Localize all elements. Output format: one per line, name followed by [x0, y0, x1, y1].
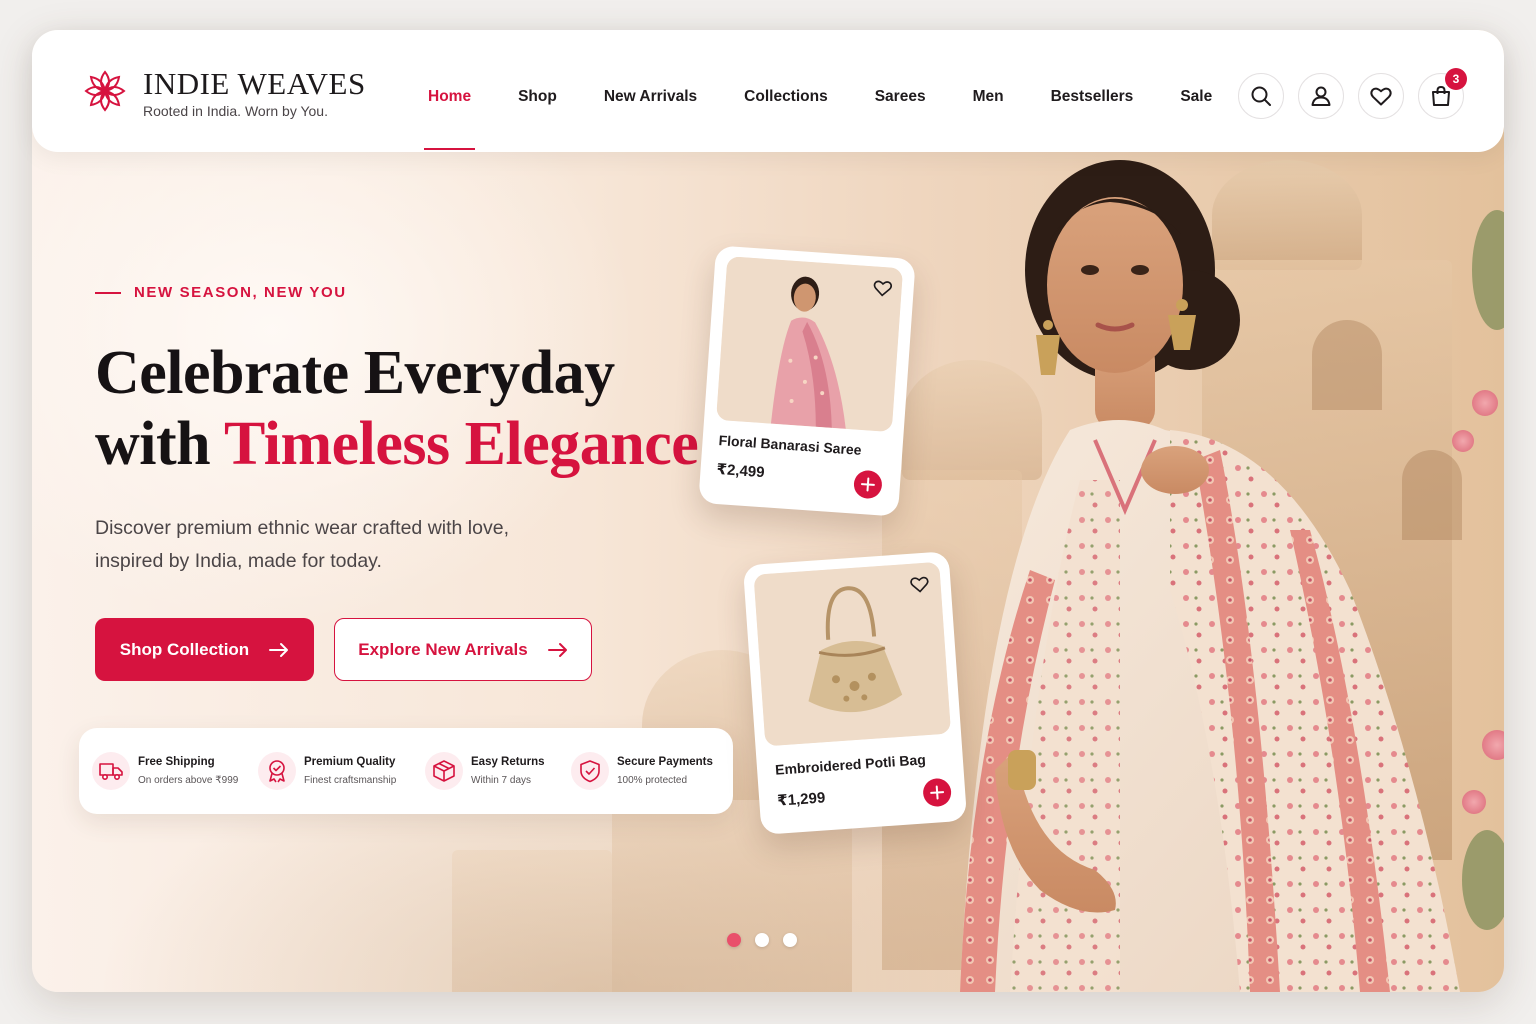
- plus-icon: [860, 477, 875, 492]
- lotus-logo-icon[interactable]: [78, 64, 132, 118]
- nav-item-shop[interactable]: Shop: [518, 88, 557, 106]
- hero-headline: Celebrate Everyday with Timeless Eleganc…: [95, 338, 715, 480]
- award-icon: [258, 752, 296, 790]
- headline-line-1: Celebrate Everyday: [95, 339, 615, 407]
- flower: [1482, 730, 1504, 760]
- eyebrow-text: NEW SEASON, NEW YOU: [134, 284, 347, 301]
- model-photo: [960, 160, 1460, 992]
- nav-item-new-arrivals[interactable]: New Arrivals: [604, 88, 697, 106]
- user-icon: [1311, 86, 1331, 106]
- explore-new-arrivals-button[interactable]: Explore New Arrivals: [334, 618, 592, 681]
- feature-title: Easy Returns: [471, 756, 545, 768]
- heart-icon[interactable]: [871, 276, 894, 299]
- product-price: ₹2,499: [716, 460, 766, 482]
- nav-item-sale[interactable]: Sale: [1180, 88, 1212, 106]
- feature-title: Premium Quality: [304, 756, 396, 768]
- headline-with: with: [95, 410, 211, 478]
- nav-item-men[interactable]: Men: [973, 88, 1004, 106]
- cart-button[interactable]: 3: [1418, 68, 1467, 119]
- brand-tagline: Rooted in India. Worn by You.: [143, 103, 328, 119]
- feature-easy-returns: Easy Returns Within 7 days: [425, 752, 571, 790]
- explore-new-arrivals-label: Explore New Arrivals: [358, 639, 528, 659]
- shield-icon: [571, 752, 609, 790]
- carousel-dots: [727, 933, 811, 947]
- nav-item-home[interactable]: Home: [423, 88, 476, 150]
- feature-desc: 100% protected: [617, 775, 688, 786]
- wishlist-button[interactable]: [1358, 73, 1404, 119]
- arrow-right-icon: [547, 642, 568, 658]
- product-name[interactable]: Embroidered Potli Bag: [775, 751, 927, 777]
- site-header: INDIE WEAVES Rooted in India. Worn by Yo…: [32, 30, 1504, 152]
- eyebrow-line: [95, 291, 121, 294]
- nav-item-collections[interactable]: Collections: [744, 88, 828, 106]
- carousel-dot-2[interactable]: [755, 933, 769, 947]
- feature-secure-payments: Secure Payments 100% protected: [571, 752, 721, 790]
- add-to-cart-button[interactable]: [922, 777, 953, 808]
- feature-premium-quality: Premium Quality Finest craftsmanship: [258, 752, 425, 790]
- feature-title: Secure Payments: [617, 756, 713, 768]
- product-card[interactable]: Embroidered Potli Bag ₹1,299: [742, 551, 968, 835]
- main-nav: Home Shop New Arrivals Collections Saree…: [423, 88, 1259, 150]
- add-to-cart-button[interactable]: [852, 469, 883, 500]
- product-card[interactable]: Floral Banarasi Saree ₹2,499: [698, 245, 916, 517]
- product-image[interactable]: [716, 256, 904, 433]
- carousel-dot-3[interactable]: [783, 933, 797, 947]
- feature-desc: Within 7 days: [471, 775, 532, 786]
- box-icon: [425, 752, 463, 790]
- truck-icon: [92, 752, 130, 790]
- product-image[interactable]: [753, 561, 952, 747]
- nav-item-sarees[interactable]: Sarees: [875, 88, 926, 106]
- feature-title: Free Shipping: [138, 756, 215, 768]
- heart-icon[interactable]: [908, 572, 931, 595]
- hero-subtext: Discover premium ethnic wear crafted wit…: [95, 517, 509, 572]
- features-bar: Free Shipping On orders above ₹999 Premi…: [79, 728, 733, 814]
- feature-desc: Finest craftsmanship: [304, 775, 397, 786]
- nav-item-bestsellers[interactable]: Bestsellers: [1051, 88, 1134, 106]
- search-button[interactable]: [1238, 73, 1284, 119]
- product-price: ₹1,299: [776, 789, 826, 810]
- plus-icon: [930, 785, 945, 800]
- product-name[interactable]: Floral Banarasi Saree: [718, 432, 862, 458]
- feature-free-shipping: Free Shipping On orders above ₹999: [92, 752, 258, 790]
- carousel-dot-1[interactable]: [727, 933, 741, 947]
- palace-tower: [452, 850, 612, 992]
- cart-count-badge: 3: [1445, 68, 1467, 90]
- headline-accent: Timeless Elegance: [224, 410, 699, 478]
- feature-desc: On orders above ₹999: [138, 775, 239, 786]
- shop-collection-label: Shop Collection: [119, 639, 250, 659]
- heart-icon: [1370, 87, 1392, 106]
- search-icon: [1251, 86, 1271, 106]
- shop-collection-button[interactable]: Shop Collection: [95, 618, 314, 681]
- account-button[interactable]: [1298, 73, 1344, 119]
- hero-eyebrow: NEW SEASON, NEW YOU: [95, 284, 347, 301]
- arrow-right-icon: [269, 642, 289, 658]
- brand-name[interactable]: INDIE WEAVES: [143, 66, 366, 102]
